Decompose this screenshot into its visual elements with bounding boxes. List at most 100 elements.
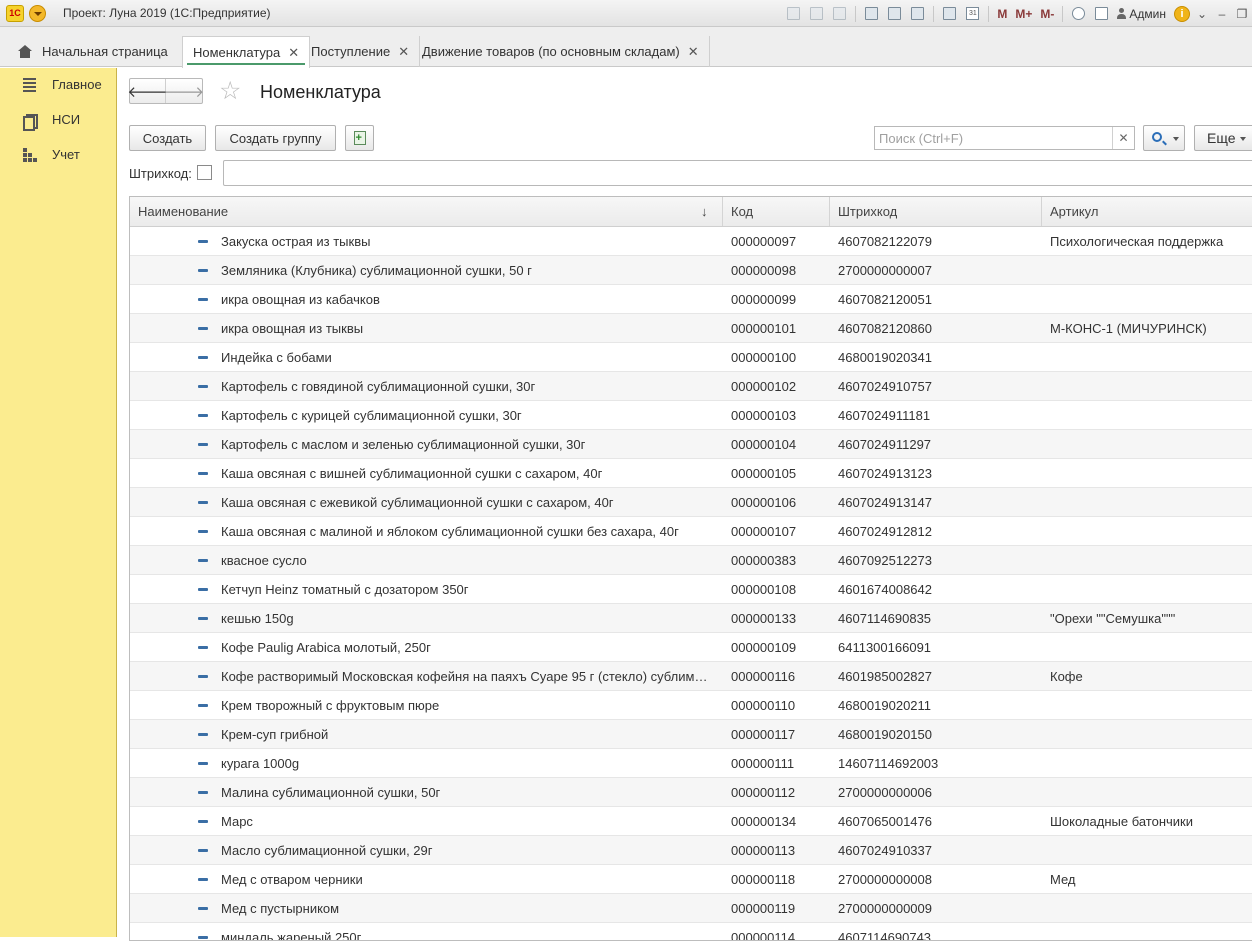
table-header: Наименование ↓ Код Штрихкод Артикул bbox=[130, 197, 1252, 227]
favorite-star-icon[interactable]: ☆ bbox=[219, 77, 241, 105]
search-field[interactable]: ✕ bbox=[874, 126, 1135, 150]
tab-home[interactable]: Начальная страница bbox=[8, 36, 178, 67]
memory-plus-button[interactable]: M+ bbox=[1015, 7, 1032, 21]
column-header-barcode[interactable]: Штрихкод bbox=[830, 197, 1042, 226]
minimize-icon[interactable]: – bbox=[1212, 7, 1232, 21]
column-header-name[interactable]: Наименование bbox=[130, 197, 723, 226]
item-icon bbox=[198, 530, 208, 533]
cell-article: Кофе bbox=[1050, 669, 1083, 684]
preview-icon[interactable] bbox=[830, 4, 849, 23]
create-group-button[interactable]: Создать группу bbox=[215, 125, 336, 151]
copy-button[interactable] bbox=[345, 125, 374, 151]
memory-minus-button[interactable]: M- bbox=[1040, 7, 1054, 21]
cell-code: 000000383 bbox=[731, 553, 797, 568]
column-header-article[interactable]: Артикул bbox=[1042, 197, 1252, 226]
cell-barcode: 4607024913123 bbox=[838, 466, 932, 481]
table-row[interactable]: Крем-суп грибной 000000117 4680019020150 bbox=[130, 720, 1252, 749]
table-row[interactable]: Закуска острая из тыквы 000000097 46070821… bbox=[130, 227, 1252, 256]
table-row[interactable]: Каша овсяная с вишней сублимационной суш… bbox=[130, 459, 1252, 488]
back-arrow-icon[interactable]: 🡐 bbox=[127, 79, 168, 103]
search-input[interactable] bbox=[875, 127, 1111, 149]
cell-article bbox=[1050, 749, 1252, 778]
close-icon[interactable]: ✕ bbox=[398, 44, 409, 60]
item-icon bbox=[198, 443, 208, 446]
item-icon bbox=[198, 733, 208, 736]
toolbar-divider bbox=[855, 5, 857, 22]
table-row[interactable]: Каша овсяная с ежевикой сублимационной с… bbox=[130, 488, 1252, 517]
restore-icon[interactable]: ❐ bbox=[1232, 7, 1252, 21]
tab-goods-movement[interactable]: Движение товаров (по основным складам) ✕ bbox=[412, 36, 710, 67]
table-row[interactable]: миндаль жареный 250г 000000114 46071146907… bbox=[130, 923, 1252, 941]
more-button[interactable]: Еще bbox=[1194, 125, 1252, 151]
table-row[interactable]: Индейка с бобами 000000100 4680019020341 bbox=[130, 343, 1252, 372]
table-row[interactable]: Каша овсяная с малиной и яблоком сублима… bbox=[130, 517, 1252, 546]
barcode-field[interactable] bbox=[223, 160, 1252, 186]
cell-code: 000000101 bbox=[731, 321, 797, 336]
cell-code: 000000134 bbox=[731, 814, 797, 829]
main-menu-button[interactable] bbox=[29, 5, 46, 22]
upload-icon[interactable] bbox=[862, 4, 881, 23]
memory-button[interactable]: M bbox=[997, 7, 1007, 21]
item-icon bbox=[198, 327, 208, 330]
table-row[interactable]: Картофель с курицей сублимационной сушки… bbox=[130, 401, 1252, 430]
info-icon[interactable]: i bbox=[1174, 5, 1190, 22]
table-row[interactable]: Марс 000000134 4607065001476 Шоколадные бат… bbox=[130, 807, 1252, 836]
close-icon[interactable]: ✕ bbox=[688, 44, 699, 60]
calendar-icon[interactable]: 31 bbox=[963, 4, 982, 23]
books-icon bbox=[23, 113, 38, 131]
table-row[interactable]: Кофе растворимый Московская кофейня на п… bbox=[130, 662, 1252, 691]
cell-barcode: 4607024911181 bbox=[838, 408, 931, 423]
table-row[interactable]: Малина сублимационной сушки, 50г 00000011… bbox=[130, 778, 1252, 807]
cell-name: квасное сусло bbox=[221, 553, 307, 568]
item-icon bbox=[198, 617, 208, 620]
calculator-icon[interactable] bbox=[940, 4, 959, 23]
sidebar-item-accounting[interactable]: Учет bbox=[0, 142, 116, 168]
tab-receipt[interactable]: Поступление ✕ bbox=[301, 36, 421, 67]
item-icon bbox=[198, 675, 208, 678]
cell-name: Мед с отваром черники bbox=[221, 872, 363, 887]
cell-barcode: 4607024913147 bbox=[838, 495, 932, 510]
cell-barcode: 4680019020150 bbox=[838, 727, 932, 742]
info-dropdown-icon[interactable]: ⌄ bbox=[1192, 7, 1212, 21]
table-row[interactable]: Крем творожный с фруктовым пюре 000000110… bbox=[130, 691, 1252, 720]
table-row[interactable]: Масло сублимационной сушки, 29г 000000113… bbox=[130, 836, 1252, 865]
create-button[interactable]: Создать bbox=[129, 125, 206, 151]
table-row[interactable]: Кетчуп Heinz томатный с дозатором 350г 00… bbox=[130, 575, 1252, 604]
print-icon[interactable] bbox=[807, 4, 826, 23]
table-row[interactable]: Кофе Paulig Arabica молотый, 250г 0000001… bbox=[130, 633, 1252, 662]
forward-arrow-icon[interactable]: 🡒 bbox=[164, 79, 204, 103]
item-icon bbox=[198, 414, 208, 417]
scan-icon[interactable] bbox=[908, 4, 927, 23]
table-row[interactable]: Картофель с маслом и зеленью сублимацион… bbox=[130, 430, 1252, 459]
table-row[interactable]: кешью 150g 000000133 4607114690835 "Орехи "… bbox=[130, 604, 1252, 633]
cell-barcode: 4607114690743 bbox=[838, 930, 932, 941]
cell-code: 000000098 bbox=[731, 263, 797, 278]
tab-label: Движение товаров (по основным складам) bbox=[422, 44, 680, 59]
table-row[interactable]: Мед с пустырником 000000119 2700000000009 bbox=[130, 894, 1252, 923]
table-row[interactable]: Картофель с говядиной сублимационной суш… bbox=[130, 372, 1252, 401]
save-icon[interactable] bbox=[784, 4, 803, 23]
table-row[interactable]: икра овощная из тыквы 000000101 4607082120… bbox=[130, 314, 1252, 343]
download-icon[interactable] bbox=[885, 4, 904, 23]
table-row[interactable]: Земляника (Клубника) сублимационной сушк… bbox=[130, 256, 1252, 285]
barcode-checkbox[interactable] bbox=[197, 165, 212, 180]
panels-icon[interactable] bbox=[1092, 4, 1111, 23]
item-icon bbox=[198, 559, 208, 562]
search-button[interactable] bbox=[1143, 125, 1185, 151]
cell-article bbox=[1050, 285, 1252, 314]
table-row[interactable]: икра овощная из кабачков 000000099 4607082… bbox=[130, 285, 1252, 314]
table-row[interactable]: Мед с отваром черники 000000118 2700000000… bbox=[130, 865, 1252, 894]
toolbar-divider bbox=[933, 5, 935, 22]
column-header-code[interactable]: Код bbox=[723, 197, 830, 226]
zoom-icon[interactable] bbox=[1069, 4, 1088, 23]
tab-nomenclature[interactable]: Номенклатура ✕ bbox=[182, 36, 311, 68]
table-row[interactable]: курага 1000g 000000111 14607114692003 bbox=[130, 749, 1252, 778]
item-icon bbox=[198, 356, 208, 359]
cell-article bbox=[1050, 720, 1252, 749]
user-menu[interactable]: Админ bbox=[1117, 7, 1166, 21]
sidebar-item-main[interactable]: Главное bbox=[0, 72, 116, 98]
close-icon[interactable]: ✕ bbox=[288, 45, 299, 61]
table-row[interactable]: квасное сусло 000000383 4607092512273 bbox=[130, 546, 1252, 575]
clear-icon[interactable]: ✕ bbox=[1112, 127, 1134, 149]
sidebar-item-nsi[interactable]: НСИ bbox=[0, 107, 116, 133]
